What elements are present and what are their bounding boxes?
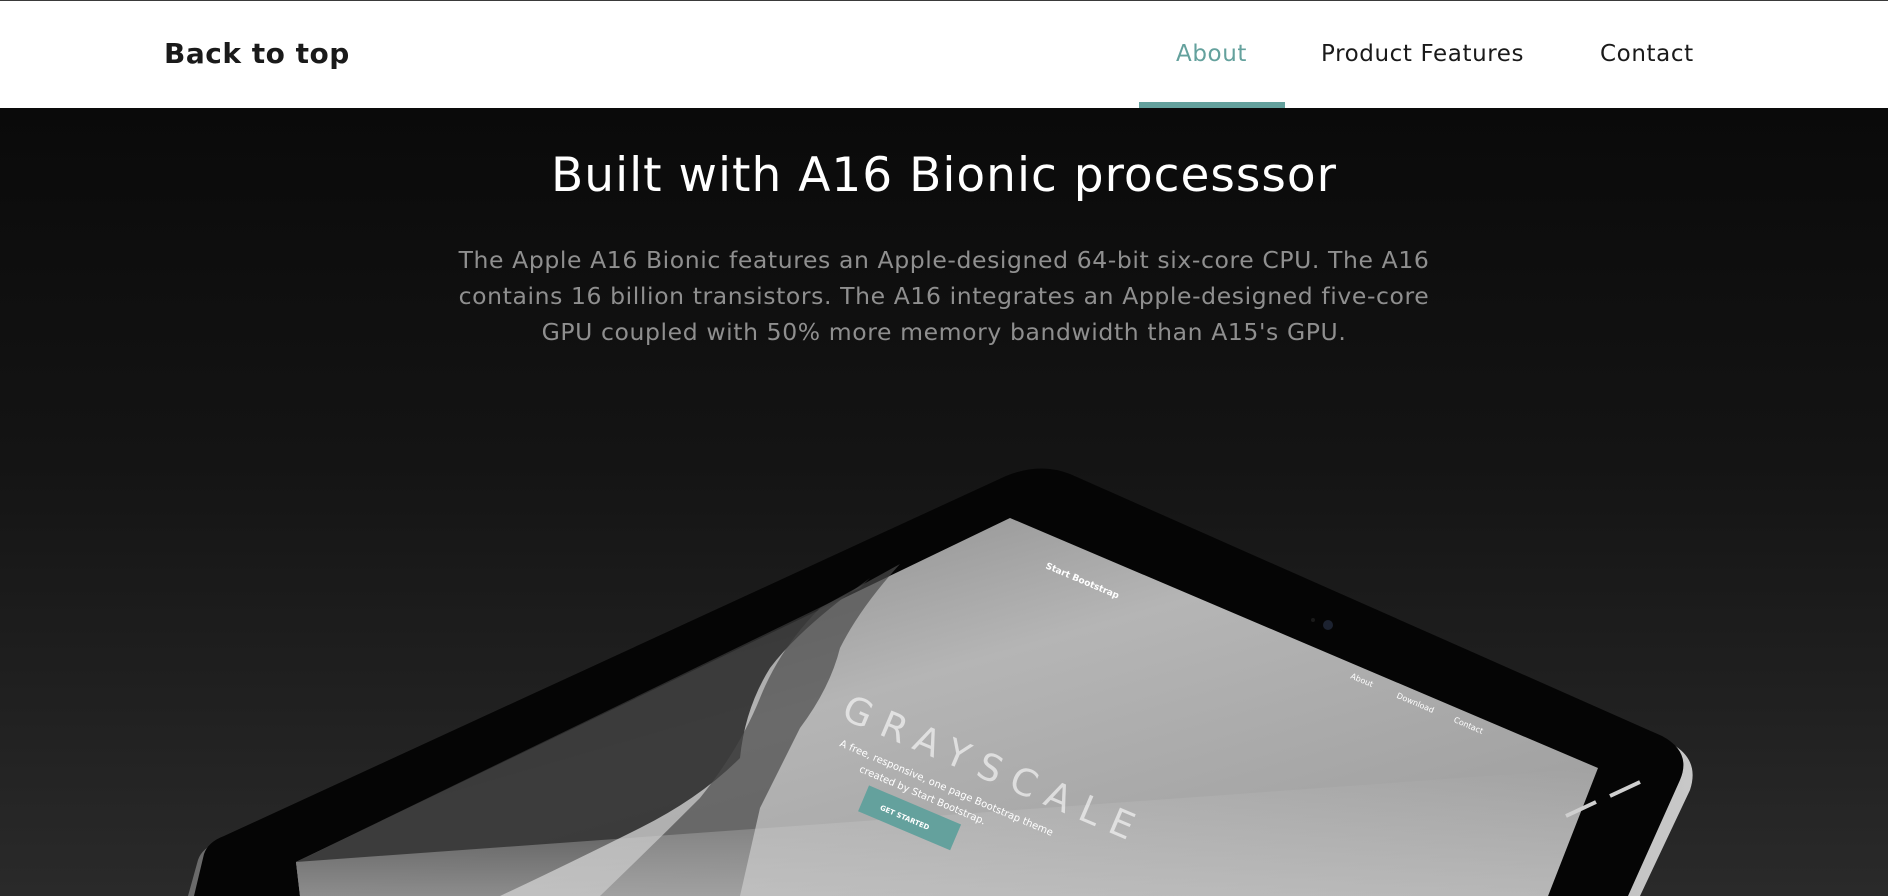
- camera-sensor: [1311, 618, 1315, 622]
- nav-link-contact[interactable]: Contact: [1600, 41, 1694, 67]
- nav-link-product-features[interactable]: Product Features: [1321, 41, 1524, 67]
- nav-link-about[interactable]: About: [1176, 41, 1247, 67]
- about-section: Built with A16 Bionic processsor The App…: [0, 108, 1888, 896]
- top-navbar: Back to top About Product Features Conta…: [0, 0, 1888, 109]
- camera-lens: [1323, 620, 1333, 630]
- back-to-top-link[interactable]: Back to top: [164, 37, 350, 70]
- tablet-device-image: Start Bootstrap About Download Contact G…: [188, 468, 1693, 896]
